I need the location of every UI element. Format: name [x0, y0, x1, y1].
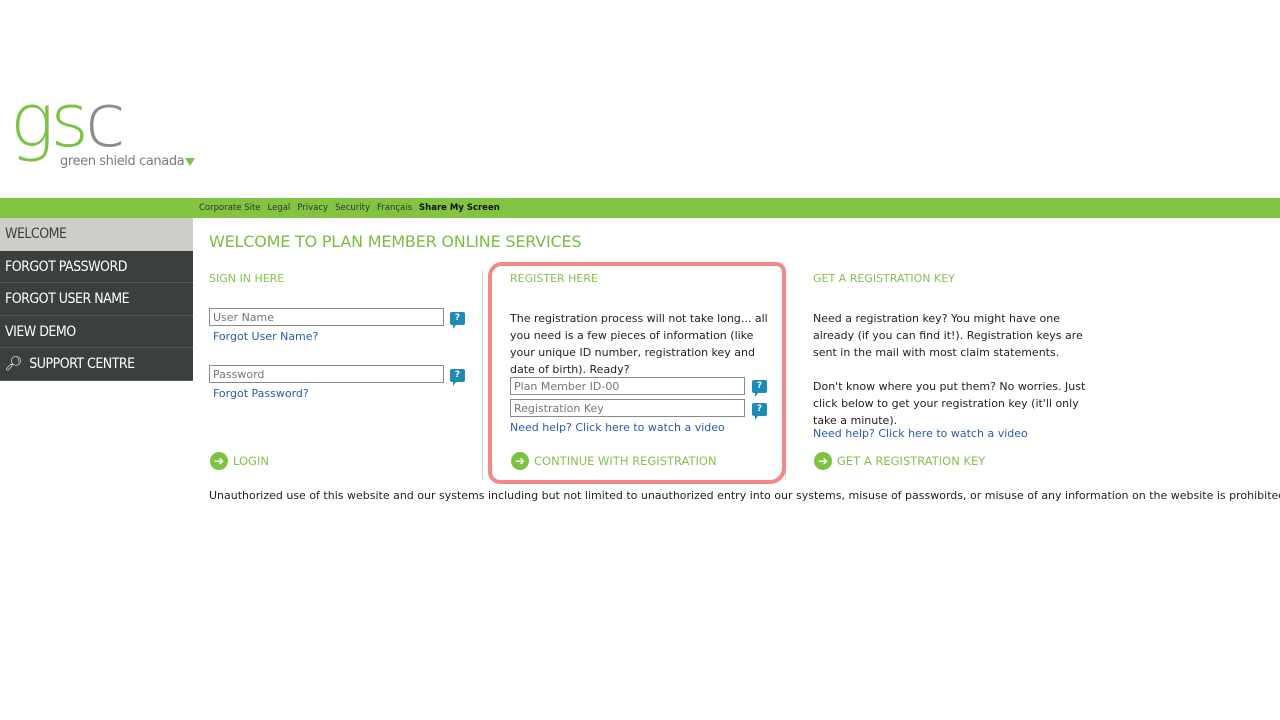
regkey-video-link[interactable]: Need help? Click here to watch a video: [813, 427, 1028, 440]
reg-key-help-icon[interactable]: ?: [752, 403, 767, 420]
plan-member-id-input[interactable]: [510, 377, 745, 395]
registration-key-section: GET A REGISTRATION KEY Need a registrati…: [813, 272, 1093, 429]
page-title: WELCOME TO PLAN MEMBER ONLINE SERVICES: [209, 232, 582, 251]
top-nav: Corporate Site Legal Privacy Security Fr…: [199, 203, 500, 213]
username-help-icon[interactable]: ?: [450, 312, 465, 329]
sidebar: WELCOME FORGOT PASSWORD FORGOT USER NAME…: [0, 218, 193, 381]
nav-legal[interactable]: Legal: [268, 203, 291, 213]
disclaimer-text: Unauthorized use of this website and our…: [209, 489, 1280, 502]
arrow-right-icon: ➔: [210, 452, 228, 470]
username-input[interactable]: [209, 308, 444, 326]
sidebar-item-view-demo[interactable]: VIEW DEMO: [0, 315, 193, 348]
search-icon: 🔍︎: [5, 356, 23, 372]
sidebar-item-welcome[interactable]: WELCOME: [0, 218, 193, 251]
sidebar-item-forgot-user-name[interactable]: FORGOT USER NAME: [0, 283, 193, 316]
nav-francais[interactable]: Français: [377, 203, 412, 213]
sign-in-heading: SIGN IN HERE: [209, 272, 285, 285]
gsc-logo[interactable]: gsc green shield canada: [10, 84, 196, 180]
login-button[interactable]: ➔ LOGIN: [210, 452, 269, 470]
shield-icon: [185, 157, 196, 166]
register-video-link[interactable]: Need help? Click here to watch a video: [510, 421, 725, 434]
continue-registration-button[interactable]: ➔ CONTINUE WITH REGISTRATION: [511, 452, 717, 470]
forgot-username-link[interactable]: Forgot User Name?: [213, 330, 318, 343]
register-heading: REGISTER HERE: [510, 272, 598, 285]
logo-tagline: green shield canada: [60, 154, 196, 169]
registration-key-heading: GET A REGISTRATION KEY: [813, 272, 955, 285]
forgot-password-link[interactable]: Forgot Password?: [213, 387, 309, 400]
register-section: REGISTER HERE The registration process w…: [510, 272, 778, 378]
sign-in-section: SIGN IN HERE: [209, 272, 474, 285]
get-registration-key-button[interactable]: ➔ GET A REGISTRATION KEY: [814, 452, 985, 470]
registration-key-input[interactable]: [510, 399, 745, 417]
nav-security[interactable]: Security: [335, 203, 370, 213]
arrow-right-icon: ➔: [511, 452, 529, 470]
password-input[interactable]: [209, 365, 444, 383]
logo-mark: gsc: [10, 78, 126, 164]
arrow-right-icon: ➔: [814, 452, 832, 470]
sidebar-item-forgot-password[interactable]: FORGOT PASSWORD: [0, 250, 193, 283]
registration-key-para1: Need a registration key? You might have …: [813, 312, 1083, 359]
column-divider: [482, 270, 483, 480]
member-id-help-icon[interactable]: ?: [752, 380, 767, 397]
nav-corporate-site[interactable]: Corporate Site: [199, 203, 261, 213]
password-help-icon[interactable]: ?: [450, 369, 465, 386]
registration-key-para2: Don't know where you put them? No worrie…: [813, 380, 1086, 427]
nav-privacy[interactable]: Privacy: [297, 203, 328, 213]
sidebar-item-support-centre[interactable]: 🔍︎ SUPPORT CENTRE: [0, 348, 193, 381]
nav-share-my-screen[interactable]: Share My Screen: [419, 203, 500, 213]
column-divider: [785, 270, 786, 480]
register-description: The registration process will not take l…: [510, 312, 768, 376]
top-nav-bar: Corporate Site Legal Privacy Security Fr…: [0, 198, 1280, 218]
